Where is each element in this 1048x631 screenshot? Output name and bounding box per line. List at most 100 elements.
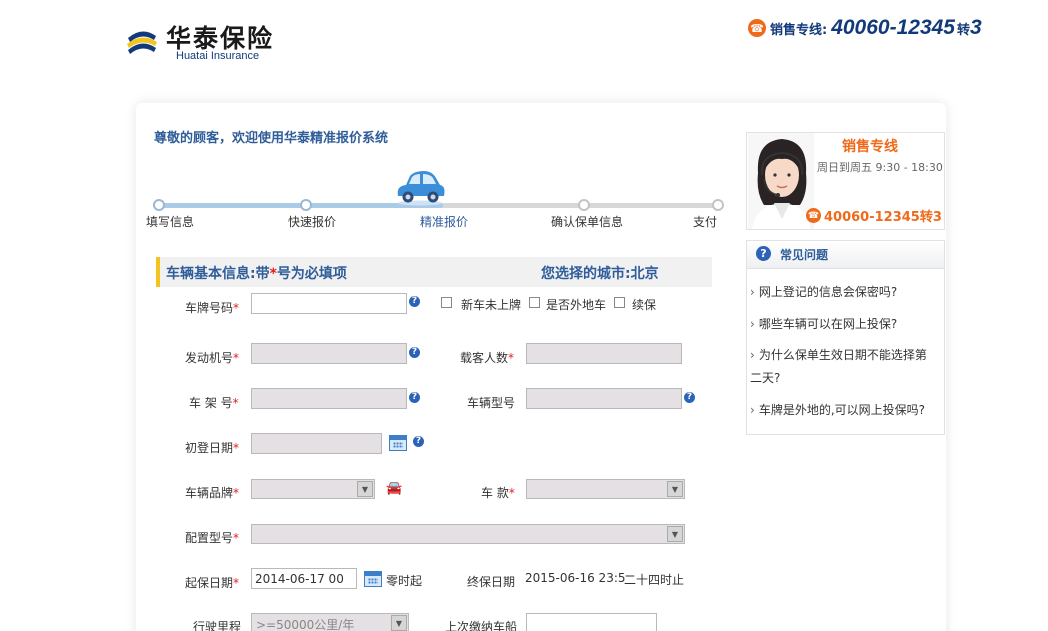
required-star: * — [233, 301, 240, 315]
help-icon[interactable]: ? — [409, 296, 420, 307]
config-select[interactable]: ▼ — [251, 524, 685, 544]
hotline-ext-number: 3 — [970, 16, 982, 39]
new-car-label: 新车未上牌 — [461, 298, 522, 312]
chevron-down-icon: ▼ — [667, 526, 683, 542]
faq-item-privacy[interactable]: › 网上登记的信息会保密吗? — [750, 281, 936, 304]
engine-number-input[interactable] — [251, 343, 407, 364]
start-date-suffix: 零时起 — [386, 574, 423, 588]
faq-item-text: 网上登记的信息会保密吗? — [758, 285, 898, 299]
help-icon[interactable]: ? — [684, 392, 695, 403]
car-search-icon[interactable]: 🚘 — [386, 481, 402, 496]
config-label-text: 配置型号 — [185, 531, 234, 545]
out-of-town-checkbox[interactable] — [529, 297, 540, 308]
required-star: * — [508, 486, 515, 500]
faq-item-text: 为什么保单生效日期不能选择第二天? — [750, 348, 927, 385]
required-star: * — [233, 351, 240, 365]
required-star: * — [233, 441, 240, 455]
step-label-fill-info: 填写信息 — [146, 215, 195, 229]
required-star: * — [269, 266, 277, 282]
style-label: 车 款* — [481, 484, 515, 501]
end-date-label: 终保日期 — [467, 575, 516, 589]
passengers-label: 载客人数* — [460, 349, 514, 366]
sales-hours: 周日到周五 9:30 - 18:30 — [817, 161, 943, 174]
frame-label: 车 架 号* — [189, 394, 239, 411]
sales-title: 销售专线 — [842, 139, 898, 155]
question-icon: ? — [756, 246, 771, 261]
required-star: * — [233, 486, 240, 500]
required-star: * — [232, 396, 239, 410]
new-car-checkbox[interactable] — [441, 297, 452, 308]
section-title-prefix: 车辆基本信息:带 — [166, 266, 270, 282]
start-date-label: 起保日期* — [185, 574, 239, 591]
faq-title: 常见问题 — [780, 248, 829, 262]
calendar-icon[interactable] — [364, 571, 382, 587]
required-star: * — [233, 531, 240, 545]
bullet-icon: › — [750, 317, 755, 331]
header-hotline: ☎ 销售专线: 40060-12345 转 3 — [748, 14, 982, 42]
mileage-label: 行驶里程 — [193, 620, 242, 631]
hotline-label: 销售专线: — [770, 22, 828, 38]
selected-city: 您选择的城市:北京 — [541, 266, 659, 282]
logo-english-text: Huatai Insurance — [176, 50, 260, 62]
huatai-logo[interactable]: 华泰保险 Huatai Insurance — [124, 18, 284, 66]
end-date-suffix: 二十四时止 — [624, 573, 685, 587]
last-tax-input[interactable] — [526, 613, 657, 631]
required-star: * — [233, 576, 240, 590]
sales-phone: ☎ 40060-12345转3 — [806, 206, 942, 225]
start-date-label-text: 起保日期 — [185, 576, 234, 590]
passengers-input[interactable] — [526, 343, 682, 364]
step-label-confirm-policy: 确认保单信息 — [551, 215, 624, 229]
brand-label-text: 车辆品牌 — [185, 486, 234, 500]
phone-icon: ☎ — [748, 19, 766, 37]
model-number-input[interactable] — [526, 388, 682, 409]
last-tax-label: 上次缴纳车船 — [445, 620, 518, 631]
style-label-text: 车 款 — [481, 486, 509, 500]
step-dot-1 — [153, 199, 165, 211]
section-title-suffix: 号为必填项 — [276, 266, 347, 282]
step-dot-2 — [300, 199, 312, 211]
step-dot-5 — [712, 199, 724, 211]
out-of-town-label: 是否外地车 — [546, 298, 607, 312]
faq-item-text: 哪些车辆可以在网上投保? — [758, 317, 898, 331]
brand-select[interactable]: ▼ — [251, 479, 375, 499]
config-label: 配置型号* — [185, 529, 239, 546]
plate-label-text: 车牌号码 — [185, 301, 234, 315]
logo-mark-icon — [127, 31, 157, 54]
faq-header — [747, 241, 944, 269]
first-reg-label: 初登日期* — [185, 439, 239, 456]
faq-item-effective-date[interactable]: › 为什么保单生效日期不能选择第二天? — [750, 344, 936, 390]
bullet-icon: › — [750, 348, 755, 362]
model-no-label: 车辆型号 — [467, 396, 516, 410]
engine-label-text: 发动机号 — [185, 351, 234, 365]
help-icon[interactable]: ? — [413, 436, 424, 447]
style-select[interactable]: ▼ — [526, 479, 685, 499]
step-label-precise-quote: 精准报价 — [420, 215, 469, 229]
renewal-checkbox[interactable] — [614, 297, 625, 308]
mileage-select-value: >=50000公里/年 — [256, 618, 355, 631]
start-date-input[interactable] — [251, 568, 357, 589]
chevron-down-icon: ▼ — [391, 615, 407, 631]
brand-label: 车辆品牌* — [185, 484, 239, 501]
first-reg-date-input[interactable] — [251, 433, 382, 454]
bullet-icon: › — [750, 403, 755, 417]
help-icon[interactable]: ? — [409, 392, 420, 403]
plate-input[interactable] — [251, 293, 407, 314]
help-icon[interactable]: ? — [409, 347, 420, 358]
section-title: 车辆基本信息:带*号为必填项 — [166, 263, 347, 283]
sales-phone-number: 40060-12345转3 — [824, 210, 942, 225]
step-dot-4 — [578, 199, 590, 211]
frame-number-input[interactable] — [251, 388, 407, 409]
renewal-label: 续保 — [632, 298, 657, 312]
faq-item-eligible-vehicles[interactable]: › 哪些车辆可以在网上投保? — [750, 313, 936, 336]
customer-service-agent-avatar — [748, 133, 814, 229]
passengers-label-text: 载客人数 — [460, 351, 509, 365]
mileage-select[interactable]: >=50000公里/年 ▼ — [251, 613, 409, 631]
step-label-payment: 支付 — [693, 215, 718, 229]
frame-label-text: 车 架 号 — [189, 396, 233, 410]
first-reg-label-text: 初登日期 — [185, 441, 234, 455]
faq-item-out-of-town-plate[interactable]: › 车牌是外地的,可以网上投保吗? — [750, 399, 936, 422]
car-icon — [397, 171, 445, 206]
calendar-icon[interactable] — [389, 435, 407, 451]
phone-icon: ☎ — [806, 208, 821, 223]
welcome-text: 尊敬的顾客，欢迎使用华泰精准报价系统 — [154, 131, 389, 146]
